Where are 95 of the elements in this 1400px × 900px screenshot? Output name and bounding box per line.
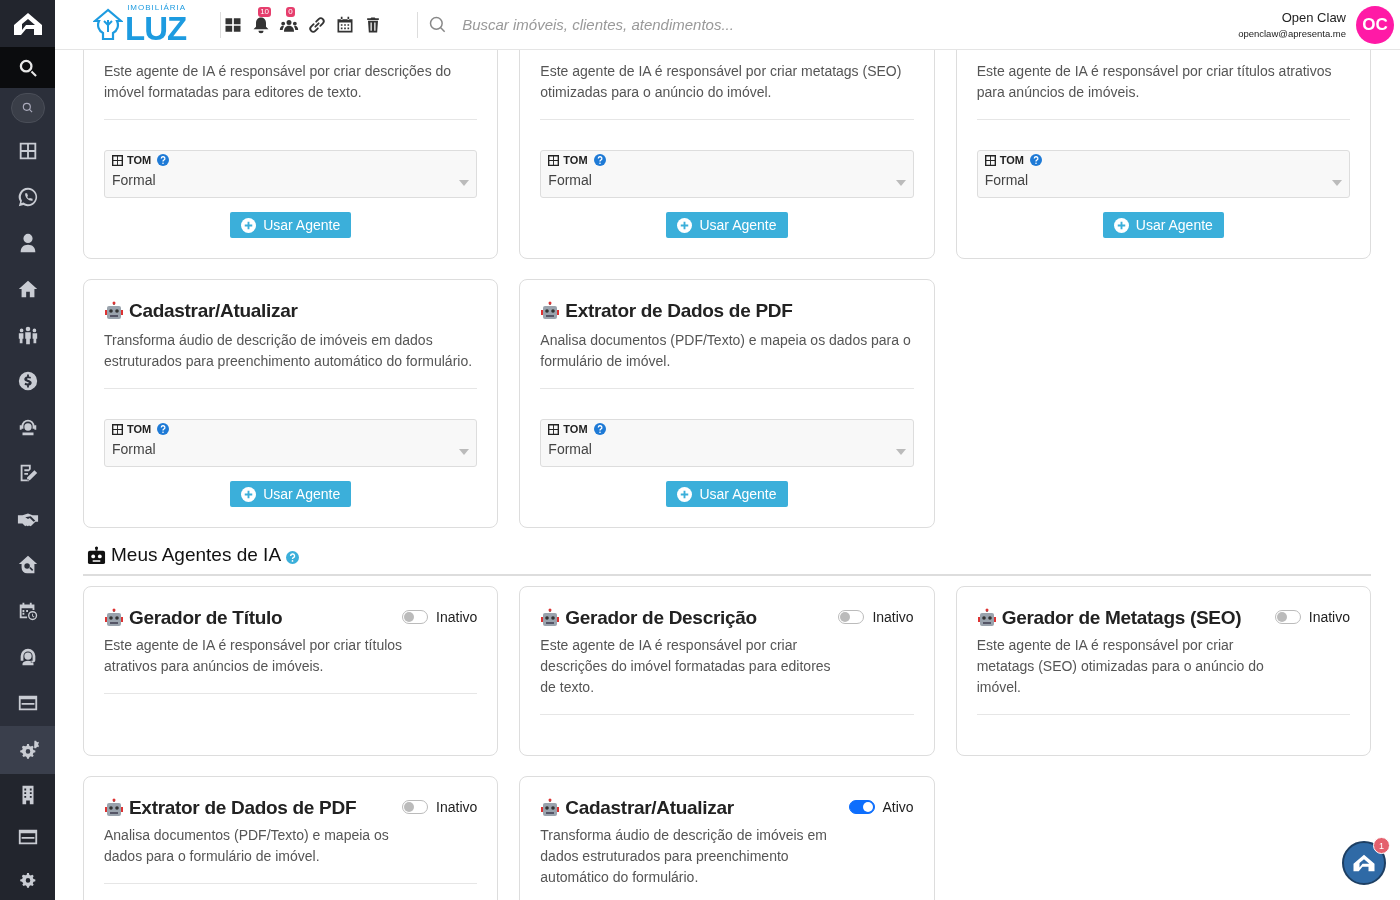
people-icon[interactable]: [16, 324, 39, 346]
plus-icon: [241, 486, 257, 502]
agent-title: Gerador de Título: [129, 607, 283, 629]
user-name: Open Claw: [1281, 10, 1346, 25]
help-icon[interactable]: [157, 154, 170, 166]
robot-icon: [540, 608, 561, 628]
field-value: Formal: [548, 441, 592, 457]
plus-icon: [1113, 217, 1129, 233]
agent-description: Este agente de IA é responsável por criar metatags (SEO) otimizadas para o anúncio do imóvel.: [976, 636, 1265, 697]
agent-title: Cadastrar/Atualizar: [129, 300, 298, 322]
robot-icon: [540, 301, 561, 321]
agent-description: Este agente de IA é responsável por criar metatags (SEO) otimizadas para o anúncio do imóvel.: [540, 62, 903, 102]
user-avatar[interactable]: OC: [1356, 5, 1394, 44]
field-label: TOM: [563, 423, 588, 435]
field-label: TOM: [563, 154, 588, 166]
toggle-switch[interactable]: [838, 610, 865, 624]
caret-icon: [459, 180, 470, 186]
toggle-switch[interactable]: [402, 800, 429, 814]
bulb-icon: [93, 7, 123, 42]
agent-description: Este agente de IA é responsável por criar títulos atrativos para anúncios de imóveis.: [976, 62, 1333, 102]
use-agent-button[interactable]: Usar Agente: [230, 212, 352, 238]
agent-description: Transforma áudio de descrição de imóveis em dados estruturados para preenchimento automático do formulário.: [104, 331, 474, 371]
robot-icon: [540, 798, 561, 818]
tone-select[interactable]: TOM Formal: [976, 150, 1350, 198]
agent-title: Extrator de Dados de PDF: [565, 300, 793, 322]
brand-logo[interactable]: IMOBILIÁRIA LUZ: [93, 4, 187, 45]
use-agent-button[interactable]: Usar Agente: [666, 212, 788, 238]
toggle-switch[interactable]: [848, 800, 875, 814]
field-label: TOM: [127, 423, 152, 435]
notification-count: 10: [258, 6, 272, 17]
link-icon[interactable]: [307, 14, 328, 35]
status-label: Inativo: [436, 799, 478, 815]
help-icon[interactable]: [593, 423, 606, 435]
field-value: Formal: [984, 172, 1029, 188]
agent-description: Este agente de IA é responsável por criar descrições do imóvel formatadas para editores de texto.: [540, 636, 832, 697]
plus-icon: [677, 217, 693, 233]
status-label: Ativo: [882, 799, 914, 815]
field-label: TOM: [127, 154, 152, 166]
user-email: openclaw@apresenta.me: [1238, 28, 1346, 39]
agent-description: Analisa documentos (PDF/Texto) e mapeia os dados para o formulário de imóvel.: [540, 331, 912, 371]
robot-icon: [104, 798, 124, 818]
house-search-icon[interactable]: [16, 554, 39, 576]
table-icon: [112, 154, 123, 166]
house-logo-icon[interactable]: [11, 11, 44, 36]
help-icon[interactable]: [593, 154, 606, 166]
use-agent-button[interactable]: Usar Agente: [230, 481, 352, 507]
chat-icon[interactable]: [16, 186, 39, 208]
field-value: Formal: [548, 172, 592, 188]
table-icon: [984, 154, 996, 166]
tone-select[interactable]: TOM Formal: [540, 150, 914, 198]
dollar-icon[interactable]: [16, 370, 39, 392]
help-icon[interactable]: [157, 423, 170, 435]
toggle-switch[interactable]: [1274, 610, 1301, 624]
status-label: Inativo: [872, 609, 914, 625]
field-label: TOM: [999, 154, 1024, 166]
caret-icon: [1332, 180, 1342, 186]
agent-title: Extrator de Dados de PDF: [129, 797, 357, 819]
home-icon[interactable]: [16, 278, 39, 300]
calendar-icon[interactable]: [335, 14, 356, 35]
house-logo-icon: [1352, 854, 1376, 872]
team-count: 0: [286, 6, 295, 17]
field-value: Formal: [112, 172, 156, 188]
section-title: Meus Agentes de IA: [111, 544, 282, 566]
caret-icon: [895, 449, 906, 455]
search-icon: [20, 101, 35, 115]
agent-title: Cadastrar/Atualizar: [565, 797, 734, 819]
search-button[interactable]: [10, 93, 45, 123]
robot-icon: [976, 608, 997, 628]
chat-badge: 1: [1373, 837, 1390, 854]
agent-description: Este agente de IA é responsável por criar títulos atrativos para anúncios de imóveis.: [104, 636, 404, 676]
tone-select[interactable]: TOM Formal: [104, 150, 478, 198]
agent-description: Transforma áudio de descrição de imóveis em dados estruturados para preenchimento automático do formulário.: [540, 826, 828, 887]
status-label: Inativo: [1308, 609, 1350, 625]
agent-title: Gerador de Metatags (SEO): [1001, 607, 1242, 629]
agent-title: Gerador de Descrição: [565, 607, 757, 629]
robot-icon: [104, 608, 124, 628]
table-icon: [548, 154, 560, 166]
table-icon: [112, 423, 123, 435]
use-agent-button[interactable]: Usar Agente: [666, 481, 788, 507]
agent-description: Este agente de IA é responsável por criar descrições do imóvel formatadas para editores de texto.: [104, 62, 453, 102]
tone-select[interactable]: TOM Formal: [540, 419, 914, 467]
plus-icon: [241, 217, 257, 233]
caret-icon: [459, 449, 470, 455]
caret-icon: [895, 180, 906, 186]
robot-icon: [104, 301, 124, 321]
toggle-switch[interactable]: [402, 610, 429, 624]
agent-description: Analisa documentos (PDF/Texto) e mapeia os dados para o formulário de imóvel.: [104, 826, 390, 866]
status-label: Inativo: [436, 609, 478, 625]
tone-select[interactable]: TOM Formal: [104, 419, 478, 467]
help-icon[interactable]: [1029, 154, 1042, 166]
field-value: Formal: [112, 441, 156, 457]
robot-icon: [87, 545, 106, 565]
table-icon: [548, 423, 560, 435]
plus-icon: [677, 486, 693, 502]
use-agent-button[interactable]: Usar Agente: [1102, 212, 1224, 238]
